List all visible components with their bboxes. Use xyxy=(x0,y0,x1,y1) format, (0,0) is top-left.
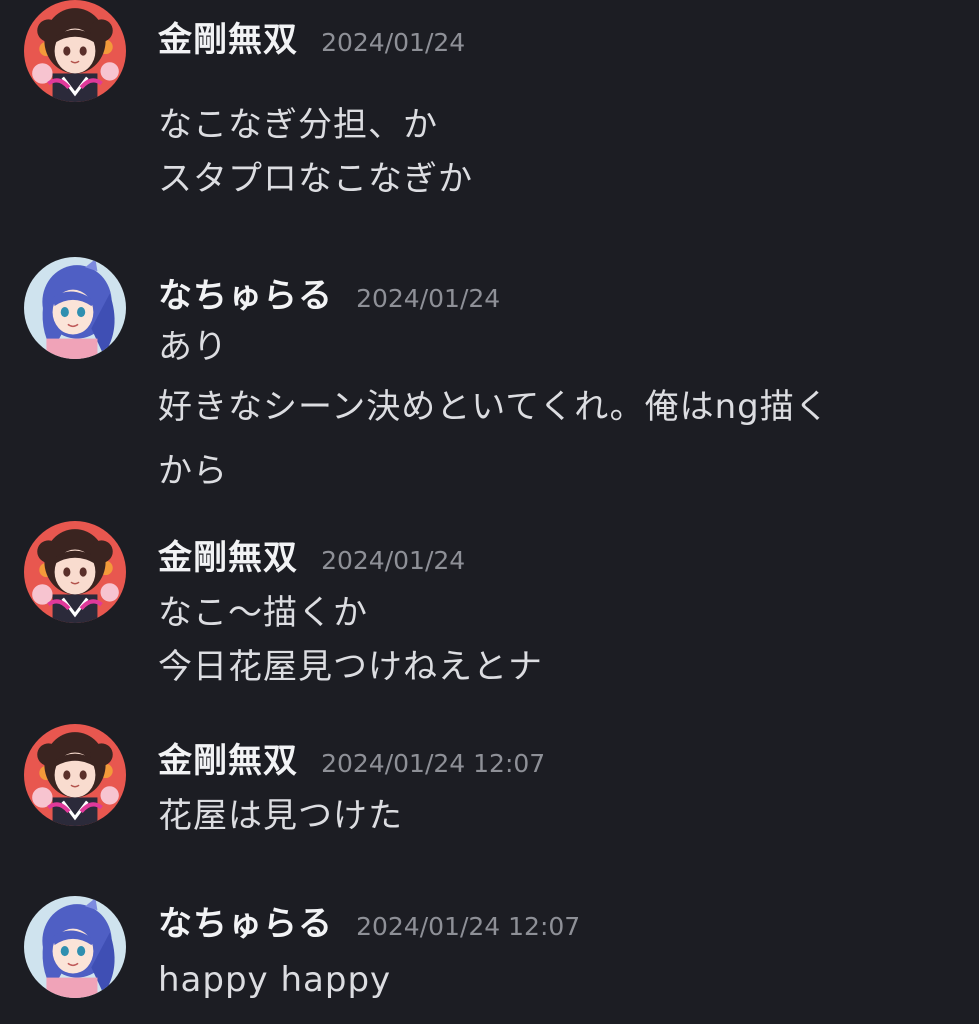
nachuraru-avatar-icon xyxy=(24,896,126,998)
timestamp: 2024/01/24 xyxy=(356,284,501,313)
message-content: なこ〜描くか 今日花屋見つけねえとナ xyxy=(158,586,958,694)
timestamp: 2024/01/24 xyxy=(321,546,466,575)
kongo-avatar-icon xyxy=(24,724,126,826)
username[interactable]: なちゅらる xyxy=(158,904,333,944)
timestamp: 2024/01/24 12:07 xyxy=(321,749,546,778)
message-line: 好きなシーン決めといてくれ。俺はng描く xyxy=(158,387,830,427)
message-content: あり 好きなシーン決めといてくれ。俺はng描く から xyxy=(158,320,958,498)
user-avatar[interactable] xyxy=(24,724,126,826)
message-line: あり xyxy=(158,327,228,367)
timestamp: 2024/01/24 xyxy=(321,28,466,57)
message-content: なこなぎ分担、か スタプロなこなぎか xyxy=(158,98,958,206)
user-avatar[interactable] xyxy=(24,0,126,102)
message-line: スタプロなこなぎか xyxy=(158,159,473,199)
message-content: 花屋は見つけた xyxy=(158,789,958,843)
kongo-avatar-icon xyxy=(24,0,126,102)
kongo-avatar-icon xyxy=(24,521,126,623)
username[interactable]: 金剛無双 xyxy=(158,538,298,578)
message-line: から xyxy=(158,451,228,491)
message-line: なこ〜描くか xyxy=(158,593,368,633)
username[interactable]: 金剛無双 xyxy=(158,20,298,60)
username[interactable]: なちゅらる xyxy=(158,276,333,316)
user-avatar[interactable] xyxy=(24,896,126,998)
user-avatar[interactable] xyxy=(24,521,126,623)
message-header: 金剛無双 2024/01/24 xyxy=(158,12,465,61)
chat-message-list: 金剛無双 2024/01/24 なこなぎ分担、か スタプロなこなぎか なちゅらる… xyxy=(0,0,979,1024)
message-line: 花屋は見つけた xyxy=(158,796,403,836)
message-line: happy happy xyxy=(158,960,392,1000)
message-line: 今日花屋見つけねえとナ xyxy=(158,647,543,687)
user-avatar[interactable] xyxy=(24,257,126,359)
message-header: なちゅらる 2024/01/24 12:07 xyxy=(158,896,580,945)
message-header: 金剛無双 2024/01/24 xyxy=(158,530,465,579)
username[interactable]: 金剛無双 xyxy=(158,741,298,781)
timestamp: 2024/01/24 12:07 xyxy=(356,912,581,941)
message-line: なこなぎ分担、か xyxy=(158,105,438,145)
nachuraru-avatar-icon xyxy=(24,257,126,359)
message-header: なちゅらる 2024/01/24 xyxy=(158,268,500,317)
message-header: 金剛無双 2024/01/24 12:07 xyxy=(158,733,545,782)
message-content: happy happy xyxy=(158,953,958,1007)
